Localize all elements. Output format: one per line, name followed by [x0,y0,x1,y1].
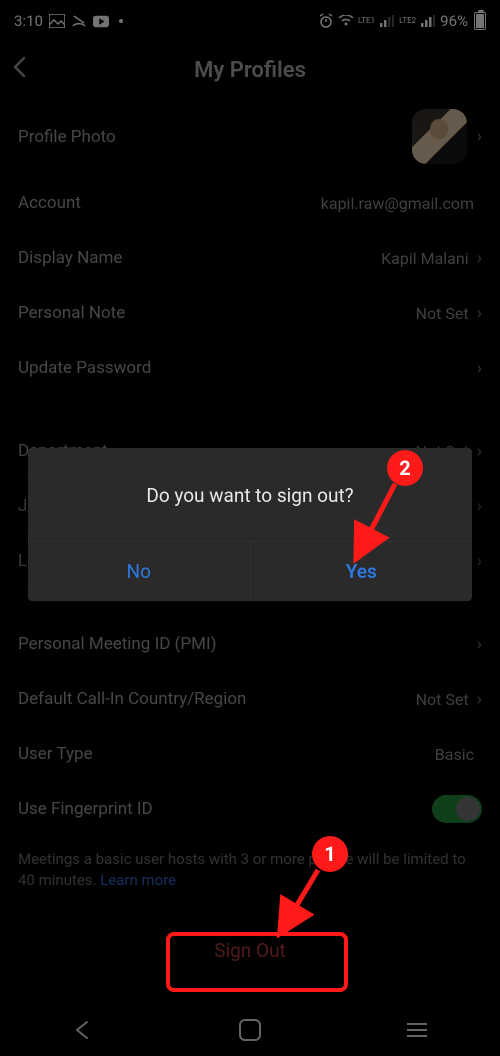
dialog-no-button[interactable]: No [28,542,250,601]
fingerprint-label: Use Fingerprint ID [18,799,153,819]
nav-back-button[interactable] [43,1020,123,1040]
row-account[interactable]: Account kapil.raw@gmail.com [0,176,500,231]
youtube-icon [93,13,109,29]
status-time: 3:10 [14,12,43,30]
profile-photo-label: Profile Photo [18,127,116,147]
chevron-right-icon: › [477,358,482,379]
sign-out-button[interactable]: Sign Out [0,919,500,981]
update-password-label: Update Password [18,358,151,378]
header: My Profiles [0,42,500,98]
note-text: Meetings a basic user hosts with 3 or mo… [18,850,466,889]
row-user-type: User Type Basic [0,727,500,782]
personal-note-label: Personal Note [18,303,125,323]
battery-icon [474,12,486,30]
dialog-message: Do you want to sign out? [28,448,472,541]
row-display-name[interactable]: Display Name Kapil Malani › [0,231,500,286]
row-fingerprint[interactable]: Use Fingerprint ID [0,782,500,837]
user-type-label: User Type [18,744,93,764]
display-name-label: Display Name [18,248,122,268]
android-navbar [0,1004,500,1056]
chevron-right-icon: › [477,689,482,710]
chevron-right-icon: › [477,551,482,572]
chevron-right-icon: › [477,496,482,517]
dot-icon [119,19,123,23]
row-callin[interactable]: Default Call-In Country/Region Not Set › [0,672,500,727]
signout-dialog: Do you want to sign out? No Yes [28,448,472,601]
missed-call-icon [71,13,87,29]
chevron-right-icon: › [477,248,482,269]
chevron-right-icon: › [477,634,482,655]
row-pmi[interactable]: Personal Meeting ID (PMI) › [0,617,500,672]
status-bar: 3:10 LTE1 LTE2 96% [0,0,500,42]
battery-pct: 96% [440,12,468,30]
row-update-password[interactable]: Update Password › [0,341,500,396]
display-name-value: Kapil Malani [381,249,468,268]
alarm-icon [318,13,334,29]
row-profile-photo[interactable]: Profile Photo › [0,98,500,176]
nav-recents-button[interactable] [377,1023,457,1037]
fingerprint-toggle[interactable] [432,795,482,823]
account-label: Account [18,193,81,213]
wifi-icon [338,13,354,29]
signal2-icon [420,13,436,29]
account-value: kapil.raw@gmail.com [321,194,474,213]
lte2-label: LTE2 [399,17,416,25]
personal-note-value: Not Set [416,304,469,323]
pmi-label: Personal Meeting ID (PMI) [18,634,217,654]
chevron-right-icon: › [477,441,482,462]
chevron-right-icon: › [477,303,482,324]
nav-home-button[interactable] [210,1019,290,1041]
lte1-label: LTE1 [358,17,375,25]
chevron-right-icon: › [477,126,482,147]
back-button[interactable] [12,56,26,84]
avatar [412,109,467,164]
row-personal-note[interactable]: Personal Note Not Set › [0,286,500,341]
page-title: My Profiles [194,58,306,83]
learn-more-link[interactable]: Learn more [100,871,176,889]
dialog-yes-button[interactable]: Yes [250,542,473,601]
basic-user-note: Meetings a basic user hosts with 3 or mo… [0,837,500,905]
sign-out-label: Sign Out [214,939,286,962]
callin-value: Not Set [416,690,469,709]
callin-label: Default Call-In Country/Region [18,689,246,709]
signal1-icon [379,13,395,29]
image-icon [49,13,65,29]
user-type-value: Basic [435,745,474,764]
